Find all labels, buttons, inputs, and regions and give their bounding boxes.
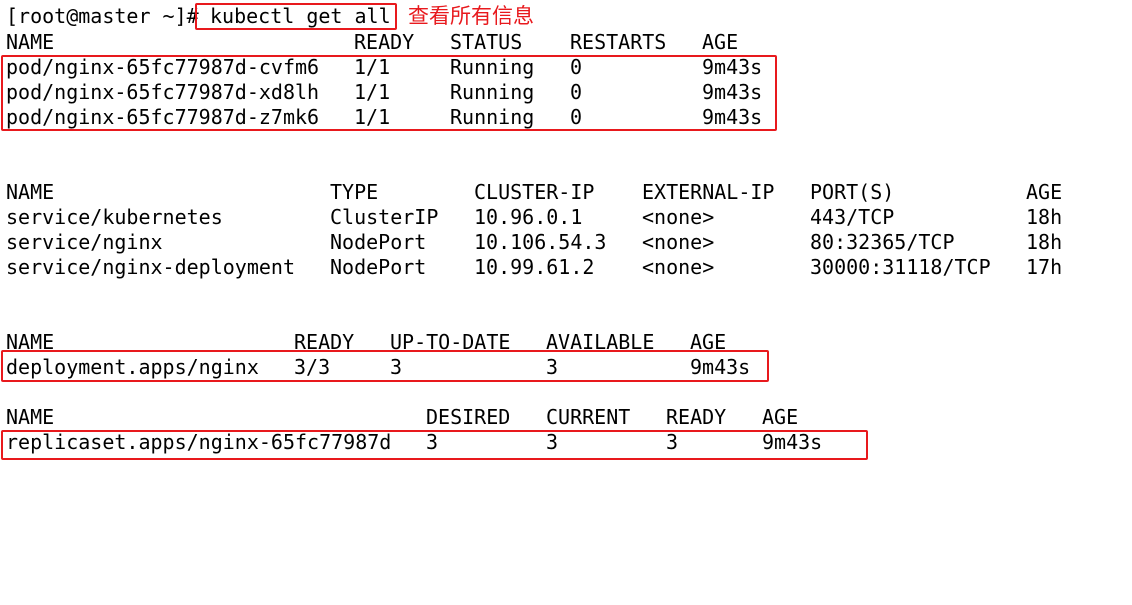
table-row: service/nginx NodePort 10.106.54.3 <none… — [6, 230, 1062, 255]
service-external-ip: <none> — [642, 230, 715, 254]
prompt-line: [root@master ~]# kubectl get all — [6, 4, 391, 29]
pod-age: 9m43s — [702, 80, 763, 104]
col-header: NAME — [6, 30, 55, 54]
pod-status: Running — [450, 80, 535, 104]
services-header-row: NAME TYPE CLUSTER-IP EXTERNAL-IP PORT(S)… — [6, 180, 1062, 205]
pod-status: Running — [450, 55, 535, 79]
col-header: NAME — [6, 405, 55, 429]
pod-name: pod/nginx-65fc77987d-z7mk6 — [6, 105, 320, 129]
pod-status: Running — [450, 105, 535, 129]
service-name: service/nginx — [6, 230, 163, 254]
replicaset-current: 3 — [546, 430, 559, 454]
deployments-header-row: NAME READY UP-TO-DATE AVAILABLE AGE — [6, 330, 726, 355]
col-header: PORT(S) — [810, 180, 895, 204]
service-ports: 30000:31118/TCP — [810, 255, 991, 279]
replicaset-name: replicaset.apps/nginx-65fc77987d — [6, 430, 392, 454]
deployment-age: 9m43s — [690, 355, 751, 379]
col-header: EXTERNAL-IP — [642, 180, 775, 204]
col-header: UP-TO-DATE — [390, 330, 511, 354]
service-ports: 443/TCP — [810, 205, 895, 229]
col-header: READY — [666, 405, 727, 429]
service-external-ip: <none> — [642, 255, 715, 279]
service-age: 18h — [1026, 205, 1063, 229]
pod-name: pod/nginx-65fc77987d-xd8lh — [6, 80, 320, 104]
deployment-up-to-date: 3 — [390, 355, 403, 379]
col-header: READY — [294, 330, 355, 354]
replicasets-header-row: NAME DESIRED CURRENT READY AGE — [6, 405, 798, 430]
table-row: deployment.apps/nginx 3/3 3 3 9m43s — [6, 355, 750, 380]
service-ports: 80:32365/TCP — [810, 230, 955, 254]
service-external-ip: <none> — [642, 205, 715, 229]
table-row: pod/nginx-65fc77987d-xd8lh 1/1 Running 0… — [6, 80, 762, 105]
col-header: CLUSTER-IP — [474, 180, 595, 204]
replicaset-desired: 3 — [426, 430, 439, 454]
pod-name: pod/nginx-65fc77987d-cvfm6 — [6, 55, 320, 79]
pods-header-row: NAME READY STATUS RESTARTS AGE — [6, 30, 738, 55]
service-cluster-ip: 10.99.61.2 — [474, 255, 595, 279]
col-header: AGE — [1026, 180, 1063, 204]
service-name: service/nginx-deployment — [6, 255, 295, 279]
pod-age: 9m43s — [702, 105, 763, 129]
col-header: CURRENT — [546, 405, 631, 429]
table-row: service/nginx-deployment NodePort 10.99.… — [6, 255, 1062, 280]
deployment-available: 3 — [546, 355, 559, 379]
col-header: DESIRED — [426, 405, 511, 429]
deployment-name: deployment.apps/nginx — [6, 355, 259, 379]
table-row: service/kubernetes ClusterIP 10.96.0.1 <… — [6, 205, 1062, 230]
table-row: pod/nginx-65fc77987d-z7mk6 1/1 Running 0… — [6, 105, 762, 130]
service-name: service/kubernetes — [6, 205, 223, 229]
service-cluster-ip: 10.106.54.3 — [474, 230, 607, 254]
pod-ready: 1/1 — [354, 55, 391, 79]
pod-restarts: 0 — [570, 80, 583, 104]
pod-ready: 1/1 — [354, 105, 391, 129]
service-age: 17h — [1026, 255, 1063, 279]
table-row: replicaset.apps/nginx-65fc77987d 3 3 3 9… — [6, 430, 822, 455]
col-header: AGE — [762, 405, 799, 429]
pod-age: 9m43s — [702, 55, 763, 79]
col-header: AGE — [702, 30, 739, 54]
shell-prompt: [root@master ~]# — [6, 4, 199, 28]
deployment-ready: 3/3 — [294, 355, 331, 379]
service-age: 18h — [1026, 230, 1063, 254]
pod-restarts: 0 — [570, 105, 583, 129]
pod-ready: 1/1 — [354, 80, 391, 104]
service-type: ClusterIP — [330, 205, 439, 229]
service-type: NodePort — [330, 255, 427, 279]
col-header: AGE — [690, 330, 727, 354]
col-header: STATUS — [450, 30, 523, 54]
command-text: kubectl get all — [210, 4, 391, 28]
replicaset-ready: 3 — [666, 430, 679, 454]
replicaset-age: 9m43s — [762, 430, 823, 454]
annotation-label: 查看所有信息 — [408, 4, 534, 28]
col-header: TYPE — [330, 180, 379, 204]
col-header: AVAILABLE — [546, 330, 655, 354]
pod-restarts: 0 — [570, 55, 583, 79]
terminal-window[interactable]: [root@master ~]# kubectl get all 查看所有信息 … — [0, 0, 1132, 509]
service-cluster-ip: 10.96.0.1 — [474, 205, 583, 229]
col-header: READY — [354, 30, 415, 54]
service-type: NodePort — [330, 230, 427, 254]
col-header: NAME — [6, 330, 55, 354]
col-header: NAME — [6, 180, 55, 204]
table-row: pod/nginx-65fc77987d-cvfm6 1/1 Running 0… — [6, 55, 762, 80]
col-header: RESTARTS — [570, 30, 667, 54]
